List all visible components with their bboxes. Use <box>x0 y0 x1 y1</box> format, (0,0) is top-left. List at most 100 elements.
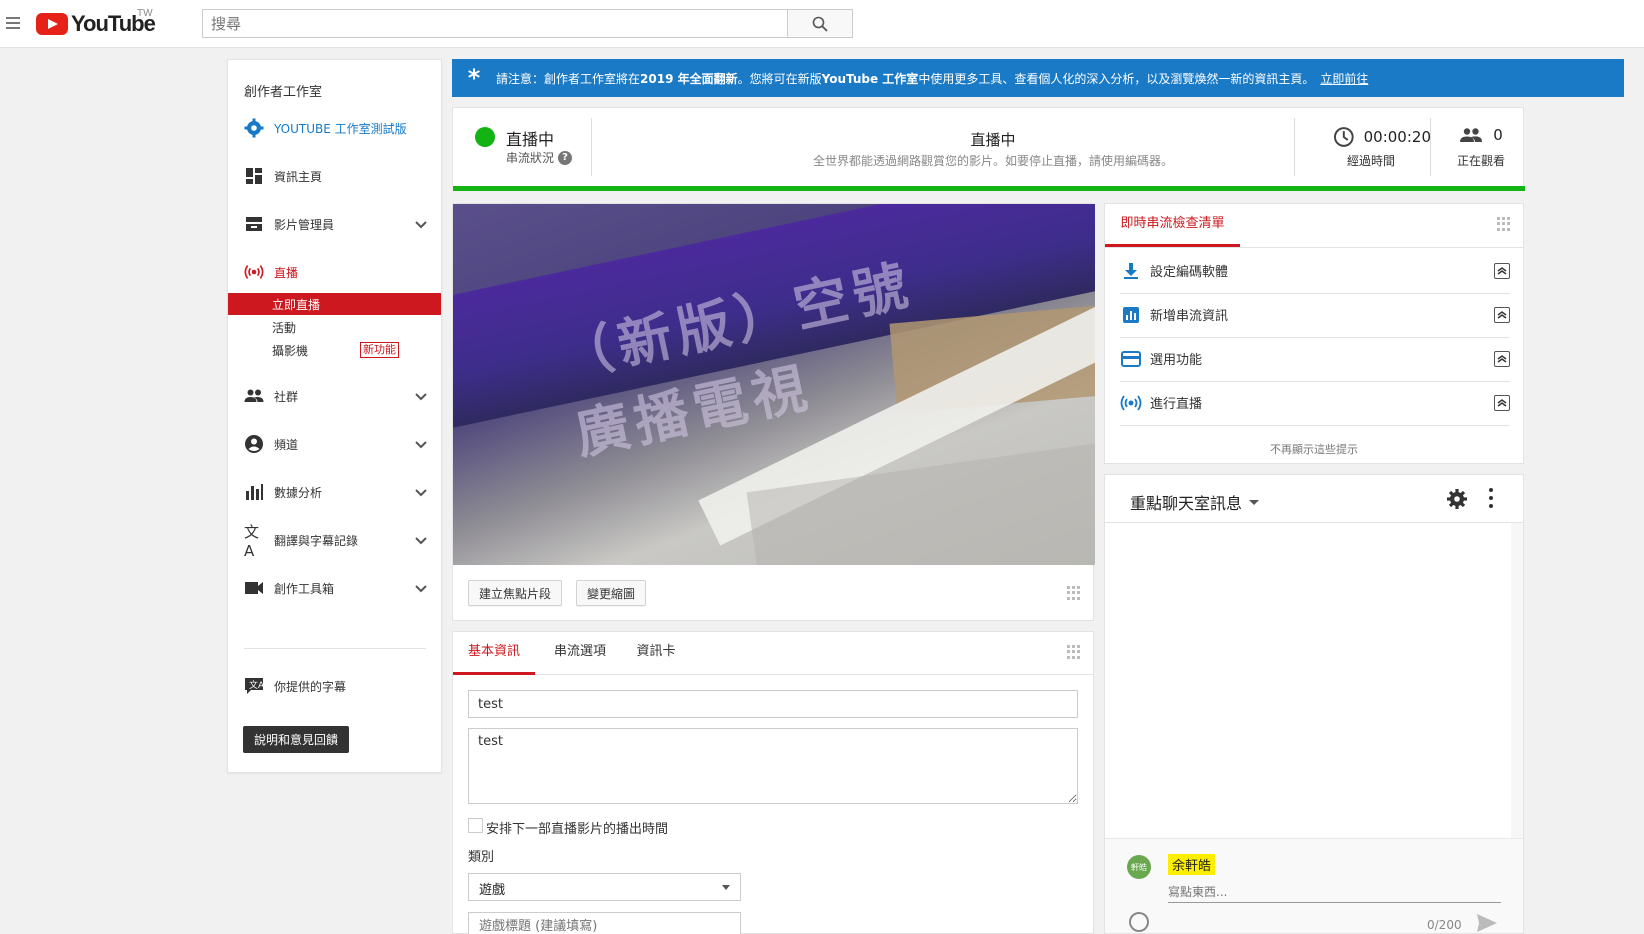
sidebar-subitem-live-now[interactable]: 立即直播 <box>228 293 441 315</box>
chat-header: 重點聊天室訊息 <box>1105 475 1523 523</box>
live-video-preview[interactable]: （新版）空號廣播電視 <box>453 204 1095 565</box>
sidebar: 創作者工作室 YOUTUBE 工作室測試版 資訊主頁 影片管理員 直播 立即直播… <box>227 59 442 773</box>
chat-username: 余軒皓 <box>1168 854 1216 875</box>
search-icon <box>812 16 828 32</box>
sidebar-item-analytics[interactable]: 數據分析 <box>228 477 441 507</box>
notice-suffix: 中使用更多工具、查看個人化的深入分析，以及瀏覽煥然一新的資訊主頁。 <box>918 71 1315 86</box>
chevron-down-icon[interactable] <box>415 486 427 501</box>
clock-icon <box>1333 127 1354 147</box>
notice-prefix: 請注意：創作者工作室將在 <box>496 71 641 86</box>
checklist-item-label: 新增串流資訊 <box>1150 309 1229 324</box>
live-checklist-card: 即時串流檢查清單 設定編碼軟體 新增串流資訊 選用功能 進行直播 不再顯示這些提… <box>1104 203 1524 464</box>
sidebar-item-label: 數據分析 <box>274 485 323 500</box>
elapsed-time: 00:00:20 <box>1311 126 1431 148</box>
schedule-checkbox[interactable] <box>468 818 483 833</box>
sidebar-subitem-camera[interactable]: 攝影機 新功能 <box>228 339 441 361</box>
drag-handle-icon[interactable] <box>1067 645 1081 659</box>
char-counter: 0/200 <box>1427 918 1462 932</box>
live-status-title: 直播中 <box>970 131 1016 149</box>
notice-link[interactable]: 立即前往 <box>1320 70 1368 87</box>
tab-stream-options[interactable]: 串流選項 <box>549 632 611 675</box>
sidebar-item-dashboard[interactable]: 資訊主頁 <box>228 161 441 191</box>
help-feedback-button[interactable]: 說明和意見回饋 <box>243 726 350 753</box>
collapse-icon[interactable] <box>1494 307 1510 323</box>
chat-mode-selector[interactable]: 重點聊天室訊息 <box>1130 490 1260 514</box>
send-icon[interactable] <box>1476 913 1498 934</box>
help-icon[interactable]: ? <box>558 150 573 165</box>
notice-banner: * 請注意：創作者工作室將在 2019 年全面翻新 。您將可在新版 YouTube… <box>452 59 1624 97</box>
checklist-item-optional-features[interactable]: 選用功能 <box>1120 336 1510 382</box>
tab-basic-info[interactable]: 基本資訊 <box>453 632 535 675</box>
sidebar-item-channel[interactable]: 頻道 <box>228 429 441 459</box>
collapse-icon[interactable] <box>1494 395 1510 411</box>
checklist-item-go-live[interactable]: 進行直播 <box>1120 380 1510 426</box>
checklist-item-stream-info[interactable]: 新增串流資訊 <box>1120 292 1510 338</box>
sidebar-item-label: 直播 <box>274 265 299 280</box>
community-icon <box>244 386 264 406</box>
settings-gear-icon[interactable] <box>1446 488 1468 514</box>
chevron-down-icon[interactable] <box>415 218 427 233</box>
chat-messages <box>1105 523 1511 838</box>
sidebar-item-label: 頻道 <box>274 437 299 452</box>
live-icon <box>244 262 264 282</box>
create-clip-button[interactable]: 建立焦點片段 <box>468 580 563 606</box>
more-options-icon[interactable] <box>1488 488 1494 508</box>
game-title-input[interactable] <box>468 912 741 934</box>
sidebar-title: 創作者工作室 <box>244 85 323 100</box>
tab-cards[interactable]: 資訊卡 <box>631 632 681 675</box>
dashboard-icon <box>244 166 264 186</box>
chevron-down-icon[interactable] <box>415 438 427 453</box>
stream-health-label-row: 串流狀況 ? <box>506 149 573 166</box>
chat-scrollbar[interactable] <box>1511 523 1523 838</box>
region-label: TW <box>137 8 153 19</box>
chat-message-input[interactable] <box>1168 881 1501 903</box>
change-thumbnail-button[interactable]: 變更縮圖 <box>576 580 647 606</box>
drag-handle-icon[interactable] <box>1497 217 1511 231</box>
sidebar-subitem-events[interactable]: 活動 <box>228 316 441 338</box>
checklist-item-label: 選用功能 <box>1150 353 1203 368</box>
stream-health-label: 串流狀況 <box>506 151 555 165</box>
sidebar-item-label: 資訊主頁 <box>274 169 323 184</box>
stream-health-indicator <box>475 127 495 147</box>
chevron-down-icon[interactable] <box>415 582 427 597</box>
search-button[interactable] <box>787 9 853 38</box>
chat-title: 重點聊天室訊息 <box>1130 494 1243 513</box>
stream-info-card: 基本資訊 串流選項 資訊卡 test 安排下一部直播影片的播出時間 類別 遊戲 <box>452 631 1094 934</box>
category-value: 遊戲 <box>479 883 506 898</box>
chat-composer: 軒皓 余軒皓 0/200 <box>1105 838 1523 933</box>
description-textarea[interactable]: test <box>468 728 1078 804</box>
drag-handle-icon[interactable] <box>1067 586 1081 600</box>
dropdown-caret-icon <box>1249 499 1260 505</box>
sidebar-item-community[interactable]: 社群 <box>228 381 441 411</box>
video-manager-icon <box>244 214 264 234</box>
category-label: 類別 <box>468 850 495 865</box>
checklist-item-encoder[interactable]: 設定編碼軟體 <box>1120 248 1510 294</box>
elapsed-time-label: 經過時間 <box>1346 154 1395 168</box>
concurrent-viewers: 0 <box>1438 126 1524 144</box>
sidebar-item-live[interactable]: 直播 <box>228 257 441 287</box>
tab-live-checklist[interactable]: 即時串流檢查清單 <box>1105 204 1240 247</box>
gear-icon <box>244 118 264 138</box>
translate-icon: 文A <box>244 522 260 560</box>
sidebar-item-label: 翻譯與字幕記錄 <box>274 533 359 548</box>
notice-product: YouTube 工作室 <box>821 71 919 86</box>
download-icon <box>1120 260 1142 282</box>
collapse-icon[interactable] <box>1494 351 1510 367</box>
category-select[interactable]: 遊戲 <box>468 873 741 901</box>
sidebar-item-video-manager[interactable]: 影片管理員 <box>228 209 441 239</box>
collapse-icon[interactable] <box>1494 263 1510 279</box>
dismiss-tips-link[interactable]: 不再顯示這些提示 <box>1105 441 1523 457</box>
sidebar-item-label: YOUTUBE 工作室測試版 <box>274 121 407 136</box>
people-icon <box>1460 128 1483 142</box>
chevron-down-icon[interactable] <box>415 534 427 549</box>
title-input[interactable] <box>468 690 1078 718</box>
menu-icon[interactable] <box>6 17 20 29</box>
sidebar-item-create[interactable]: 創作工具箱 <box>228 573 441 603</box>
chevron-down-icon[interactable] <box>415 390 427 405</box>
avatar: 軒皓 <box>1127 855 1151 879</box>
emoji-icon[interactable] <box>1129 912 1149 932</box>
sidebar-item-contributions[interactable]: 文A 你提供的字幕 <box>228 671 441 701</box>
sidebar-item-translations[interactable]: 文A 翻譯與字幕記錄 <box>228 522 441 560</box>
sidebar-item-studio-beta[interactable]: YOUTUBE 工作室測試版 <box>228 113 441 143</box>
search-input[interactable] <box>202 9 788 38</box>
